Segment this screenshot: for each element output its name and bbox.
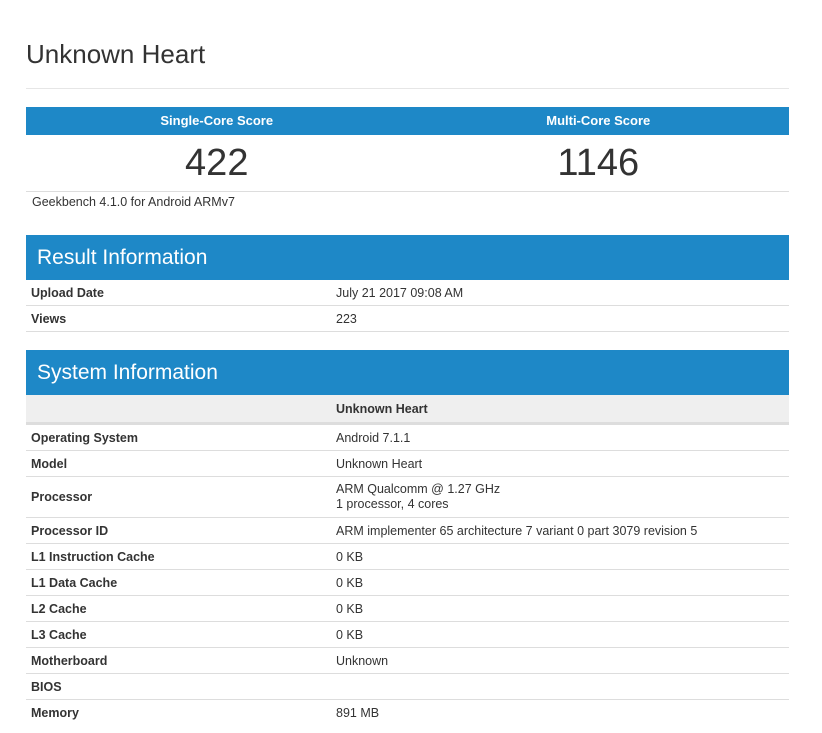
table-row: Views 223 [26,305,789,332]
row-value: 0 KB [331,569,789,596]
row-label: Operating System [26,423,331,451]
multi-core-label: Multi-Core Score [546,113,651,128]
table-row: Upload Date July 21 2017 09:08 AM [26,280,789,306]
row-label: Memory [31,705,79,720]
row-label: Processor ID [26,517,331,544]
page-title: Unknown Heart [26,39,206,69]
system-table: Unknown Heart Operating System Android 7… [26,395,789,725]
device-name-header: Unknown Heart [331,395,789,425]
processor-cores: 1 processor, 4 cores [336,497,449,511]
table-row: L1 Data Cache 0 KB [26,569,789,596]
row-value: 0 KB [331,621,789,648]
row-label: L2 Cache [26,595,331,622]
multi-core-score: 1146 [557,142,640,184]
row-label: Processor [26,476,331,518]
row-label: L1 Instruction Cache [26,543,331,570]
row-label: Upload Date [26,280,331,306]
table-row: Model Unknown Heart [26,450,789,477]
row-value: Android 7.1.1 [331,423,789,451]
table-row: L3 Cache 0 KB [26,621,789,648]
single-core-label: Single-Core Score [160,113,274,128]
processor-name: ARM Qualcomm @ 1.27 GHz [336,482,501,496]
table-row: Processor ID ARM implementer 65 architec… [26,517,789,544]
table-row: L1 Instruction Cache 0 KB [26,543,789,570]
device-column-header: Unknown Heart [26,395,789,425]
row-value: 0 KB [331,543,789,570]
row-value: Unknown [331,647,789,674]
row-value: 223 [331,305,789,332]
row-value: 891 MB [336,705,380,720]
row-label: L1 Data Cache [26,569,331,596]
score-values: 422 1146 [26,135,789,192]
row-value [331,673,789,700]
table-row: L2 Cache 0 KB [26,595,789,622]
result-table: Upload Date July 21 2017 09:08 AM Views … [26,280,789,332]
table-row: Motherboard Unknown [26,647,789,674]
row-label: Views [26,305,331,332]
table-row: Operating System Android 7.1.1 [26,423,789,451]
row-value: 0 KB [331,595,789,622]
row-label: Motherboard [26,647,331,674]
result-information-section: Result Information Upload Date July 21 2… [26,235,789,332]
row-label: BIOS [26,673,331,700]
table-row: Memory 891 MB [26,700,789,726]
row-value: Unknown Heart [331,450,789,477]
section-heading: System Information [26,350,789,395]
single-core-score: 422 [185,142,249,184]
section-heading: Result Information [26,235,789,280]
row-label: Model [26,450,331,477]
platform-text: Geekbench 4.1.0 for Android ARMv7 [32,195,235,209]
score-header: Single-Core Score Multi-Core Score [26,107,789,135]
system-information-section: System Information Unknown Heart Operati… [26,350,789,725]
table-row: Processor ARM Qualcomm @ 1.27 GHz 1 proc… [26,476,789,518]
title-divider [26,88,789,89]
score-panel: Single-Core Score Multi-Core Score 422 1… [26,107,789,192]
row-value: July 21 2017 09:08 AM [331,280,789,306]
row-label: L3 Cache [26,621,331,648]
row-value: ARM implementer 65 architecture 7 varian… [331,517,789,544]
table-row: BIOS [26,673,789,700]
row-value: ARM Qualcomm @ 1.27 GHz 1 processor, 4 c… [331,476,789,518]
